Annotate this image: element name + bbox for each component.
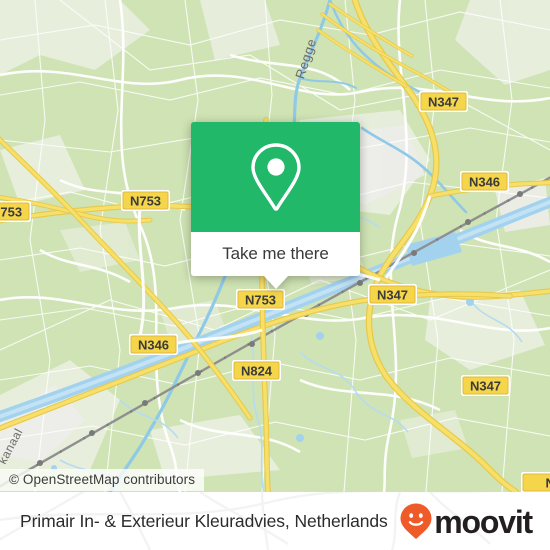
svg-text:N753: N753 [0, 205, 22, 220]
shield-n753-center: N753 [236, 289, 285, 310]
svg-text:N824: N824 [241, 364, 273, 379]
svg-text:N753: N753 [130, 194, 161, 209]
shield-n346-right: N346 [460, 171, 509, 192]
take-me-there-callout[interactable]: Take me there [191, 122, 360, 289]
osm-attribution[interactable]: © OpenStreetMap contributors [0, 469, 205, 491]
shield-n753-upper-left: N753 [121, 190, 170, 211]
svg-text:N346: N346 [138, 338, 169, 353]
callout-action[interactable]: Take me there [191, 232, 360, 289]
take-me-there-label: Take me there [222, 244, 329, 263]
callout-image-area [191, 122, 360, 232]
shield-n3-bottom-edge: N3 [521, 472, 550, 492]
moovit-smiley-pin-icon [400, 503, 432, 539]
callout-pointer [262, 275, 289, 289]
svg-text:N347: N347 [470, 379, 501, 394]
location-pin-icon [250, 143, 301, 211]
shield-n347-center-right: N347 [368, 284, 417, 305]
svg-text:N753: N753 [245, 293, 276, 308]
footer-bar: Primair In- & Exterieur Kleuradvies, Net… [0, 492, 550, 550]
svg-text:N346: N346 [469, 175, 500, 190]
svg-text:N347: N347 [377, 288, 408, 303]
svg-text:N347: N347 [428, 95, 459, 110]
shield-n346-lower-left: N346 [129, 334, 178, 355]
place-title: Primair In- & Exterieur Kleuradvies, Net… [20, 510, 388, 531]
svg-text:N3: N3 [546, 476, 550, 491]
shield-n824-lower-center: N824 [232, 360, 281, 381]
shield-n753-left-edge: N753 [0, 201, 31, 222]
shield-n347-lower-right: N347 [461, 375, 510, 396]
map-screenshot-root: Regge kanaal N347 N346 753 N753 N753 N34… [0, 0, 550, 550]
shield-n347-top-right: N347 [419, 91, 468, 112]
moovit-logo[interactable]: moovit [399, 502, 533, 540]
moovit-wordmark: moovit [434, 504, 533, 540]
